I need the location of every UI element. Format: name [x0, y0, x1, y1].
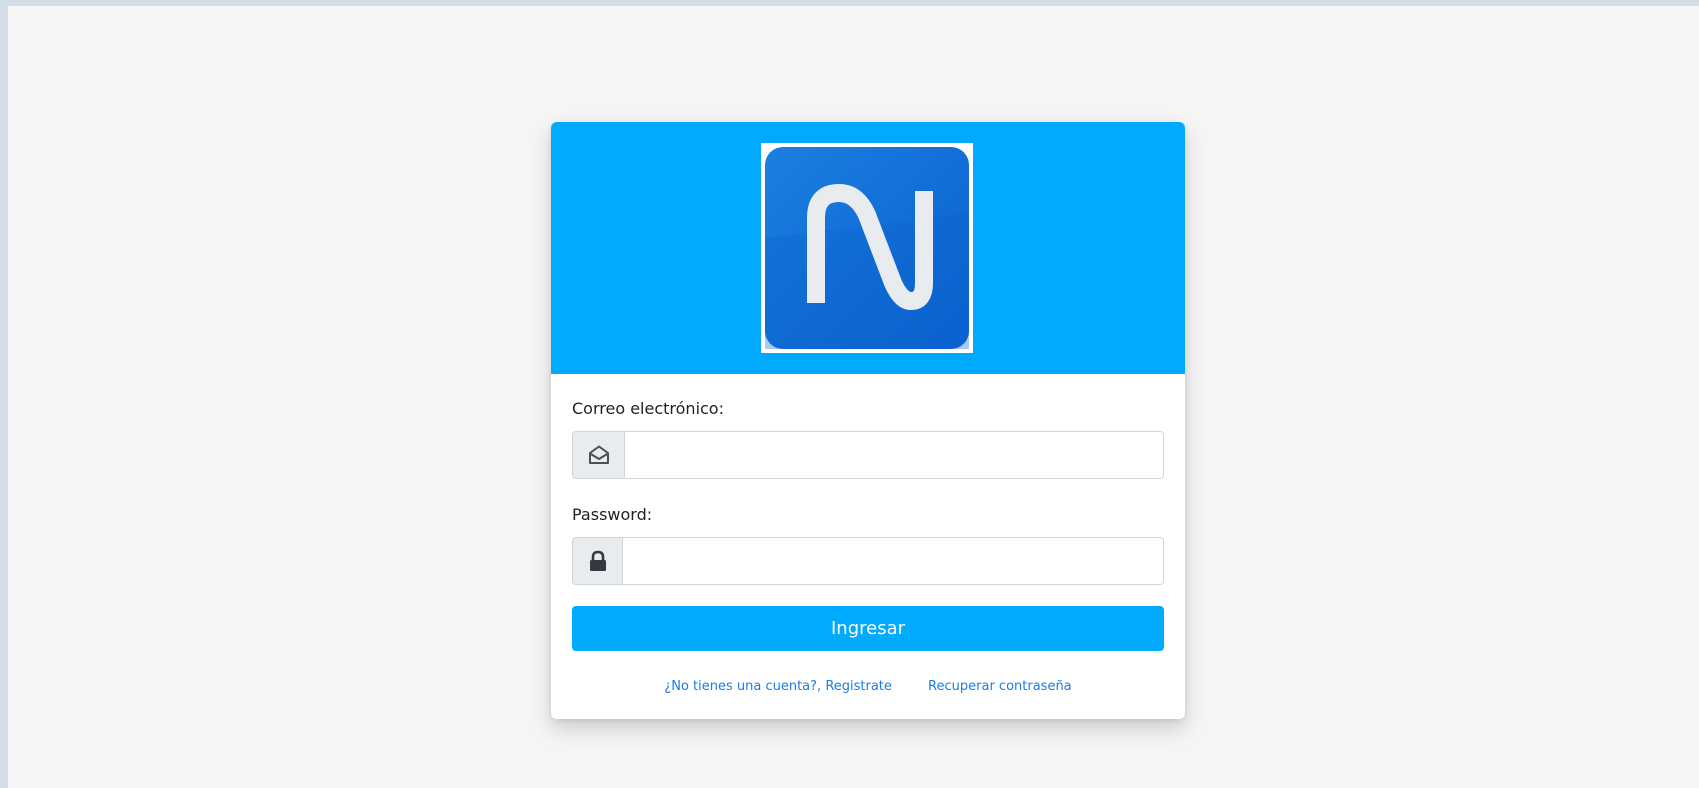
- lock-icon: [589, 550, 606, 571]
- logo: [761, 143, 973, 353]
- password-input[interactable]: [623, 538, 1163, 584]
- password-addon: [573, 538, 623, 584]
- login-card: Correo electrónico: Password: Ingresar ¿…: [551, 122, 1185, 719]
- recover-password-link[interactable]: Recuperar contraseña: [928, 679, 1072, 694]
- register-link[interactable]: ¿No tienes una cuenta?, Registrate: [664, 679, 892, 694]
- n-logo-icon: [765, 147, 969, 349]
- page-background: Correo electrónico: Password: Ingresar ¿…: [8, 6, 1699, 788]
- password-label: Password:: [572, 505, 653, 524]
- email-addon: [573, 432, 625, 478]
- footer-links: ¿No tienes una cuenta?, Registrate Recup…: [551, 679, 1185, 694]
- email-input[interactable]: [625, 432, 1163, 478]
- password-input-group: [572, 537, 1164, 585]
- card-header: [551, 122, 1185, 374]
- login-button[interactable]: Ingresar: [572, 606, 1164, 651]
- envelope-open-icon: [588, 445, 609, 464]
- email-input-group: [572, 431, 1164, 479]
- email-label: Correo electrónico:: [572, 399, 724, 418]
